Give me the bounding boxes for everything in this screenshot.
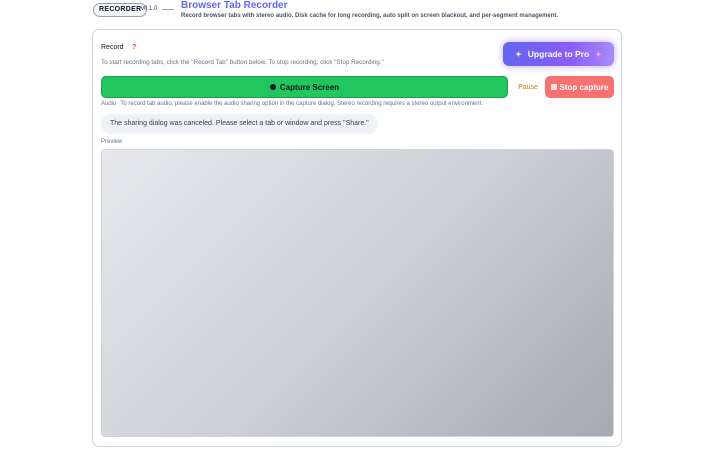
app-header: RECORDER v0.1.0 Browser Tab Recorder Rec…: [0, 0, 720, 26]
record-instructions: To start recording tabs, click the "Reco…: [101, 59, 384, 66]
stop-button-label: Stop capture: [559, 82, 609, 92]
sparkle-icon: ✦: [515, 49, 522, 59]
preview-label: Preview: [101, 139, 123, 145]
header-divider: [162, 9, 174, 10]
recorder-card: Record ? To start recording tabs, click …: [92, 29, 622, 447]
audio-label: Audio: [101, 101, 117, 107]
sparkle-icon: ✦: [595, 49, 602, 59]
record-section-label: Record: [101, 44, 124, 51]
capture-screen-button[interactable]: Capture Screen: [101, 76, 508, 98]
app-title: Browser Tab Recorder: [181, 0, 288, 11]
upgrade-button-label: Upgrade to Pro: [527, 49, 590, 59]
app-badge: RECORDER: [93, 3, 148, 17]
record-dot-icon: [269, 84, 276, 90]
app-description: Record browser tabs with stereo audio. D…: [181, 13, 559, 19]
stop-capture-button[interactable]: Stop capture: [545, 76, 614, 98]
audio-info: Audio To record tab audio, please enable …: [101, 101, 483, 107]
help-icon[interactable]: ?: [132, 44, 136, 51]
audio-hint: To record tab audio, please enable the a…: [120, 101, 483, 107]
version-label: v0.1.0: [141, 6, 158, 12]
preview-area: [101, 149, 614, 437]
capture-button-label: Capture Screen: [279, 82, 340, 92]
stop-square-icon: [550, 84, 557, 90]
upgrade-to-pro-button[interactable]: ✦ Upgrade to Pro ✦: [503, 42, 614, 66]
status-notice: The sharing dialog was canceled. Please …: [101, 114, 378, 134]
pause-button[interactable]: Pause: [513, 76, 543, 98]
